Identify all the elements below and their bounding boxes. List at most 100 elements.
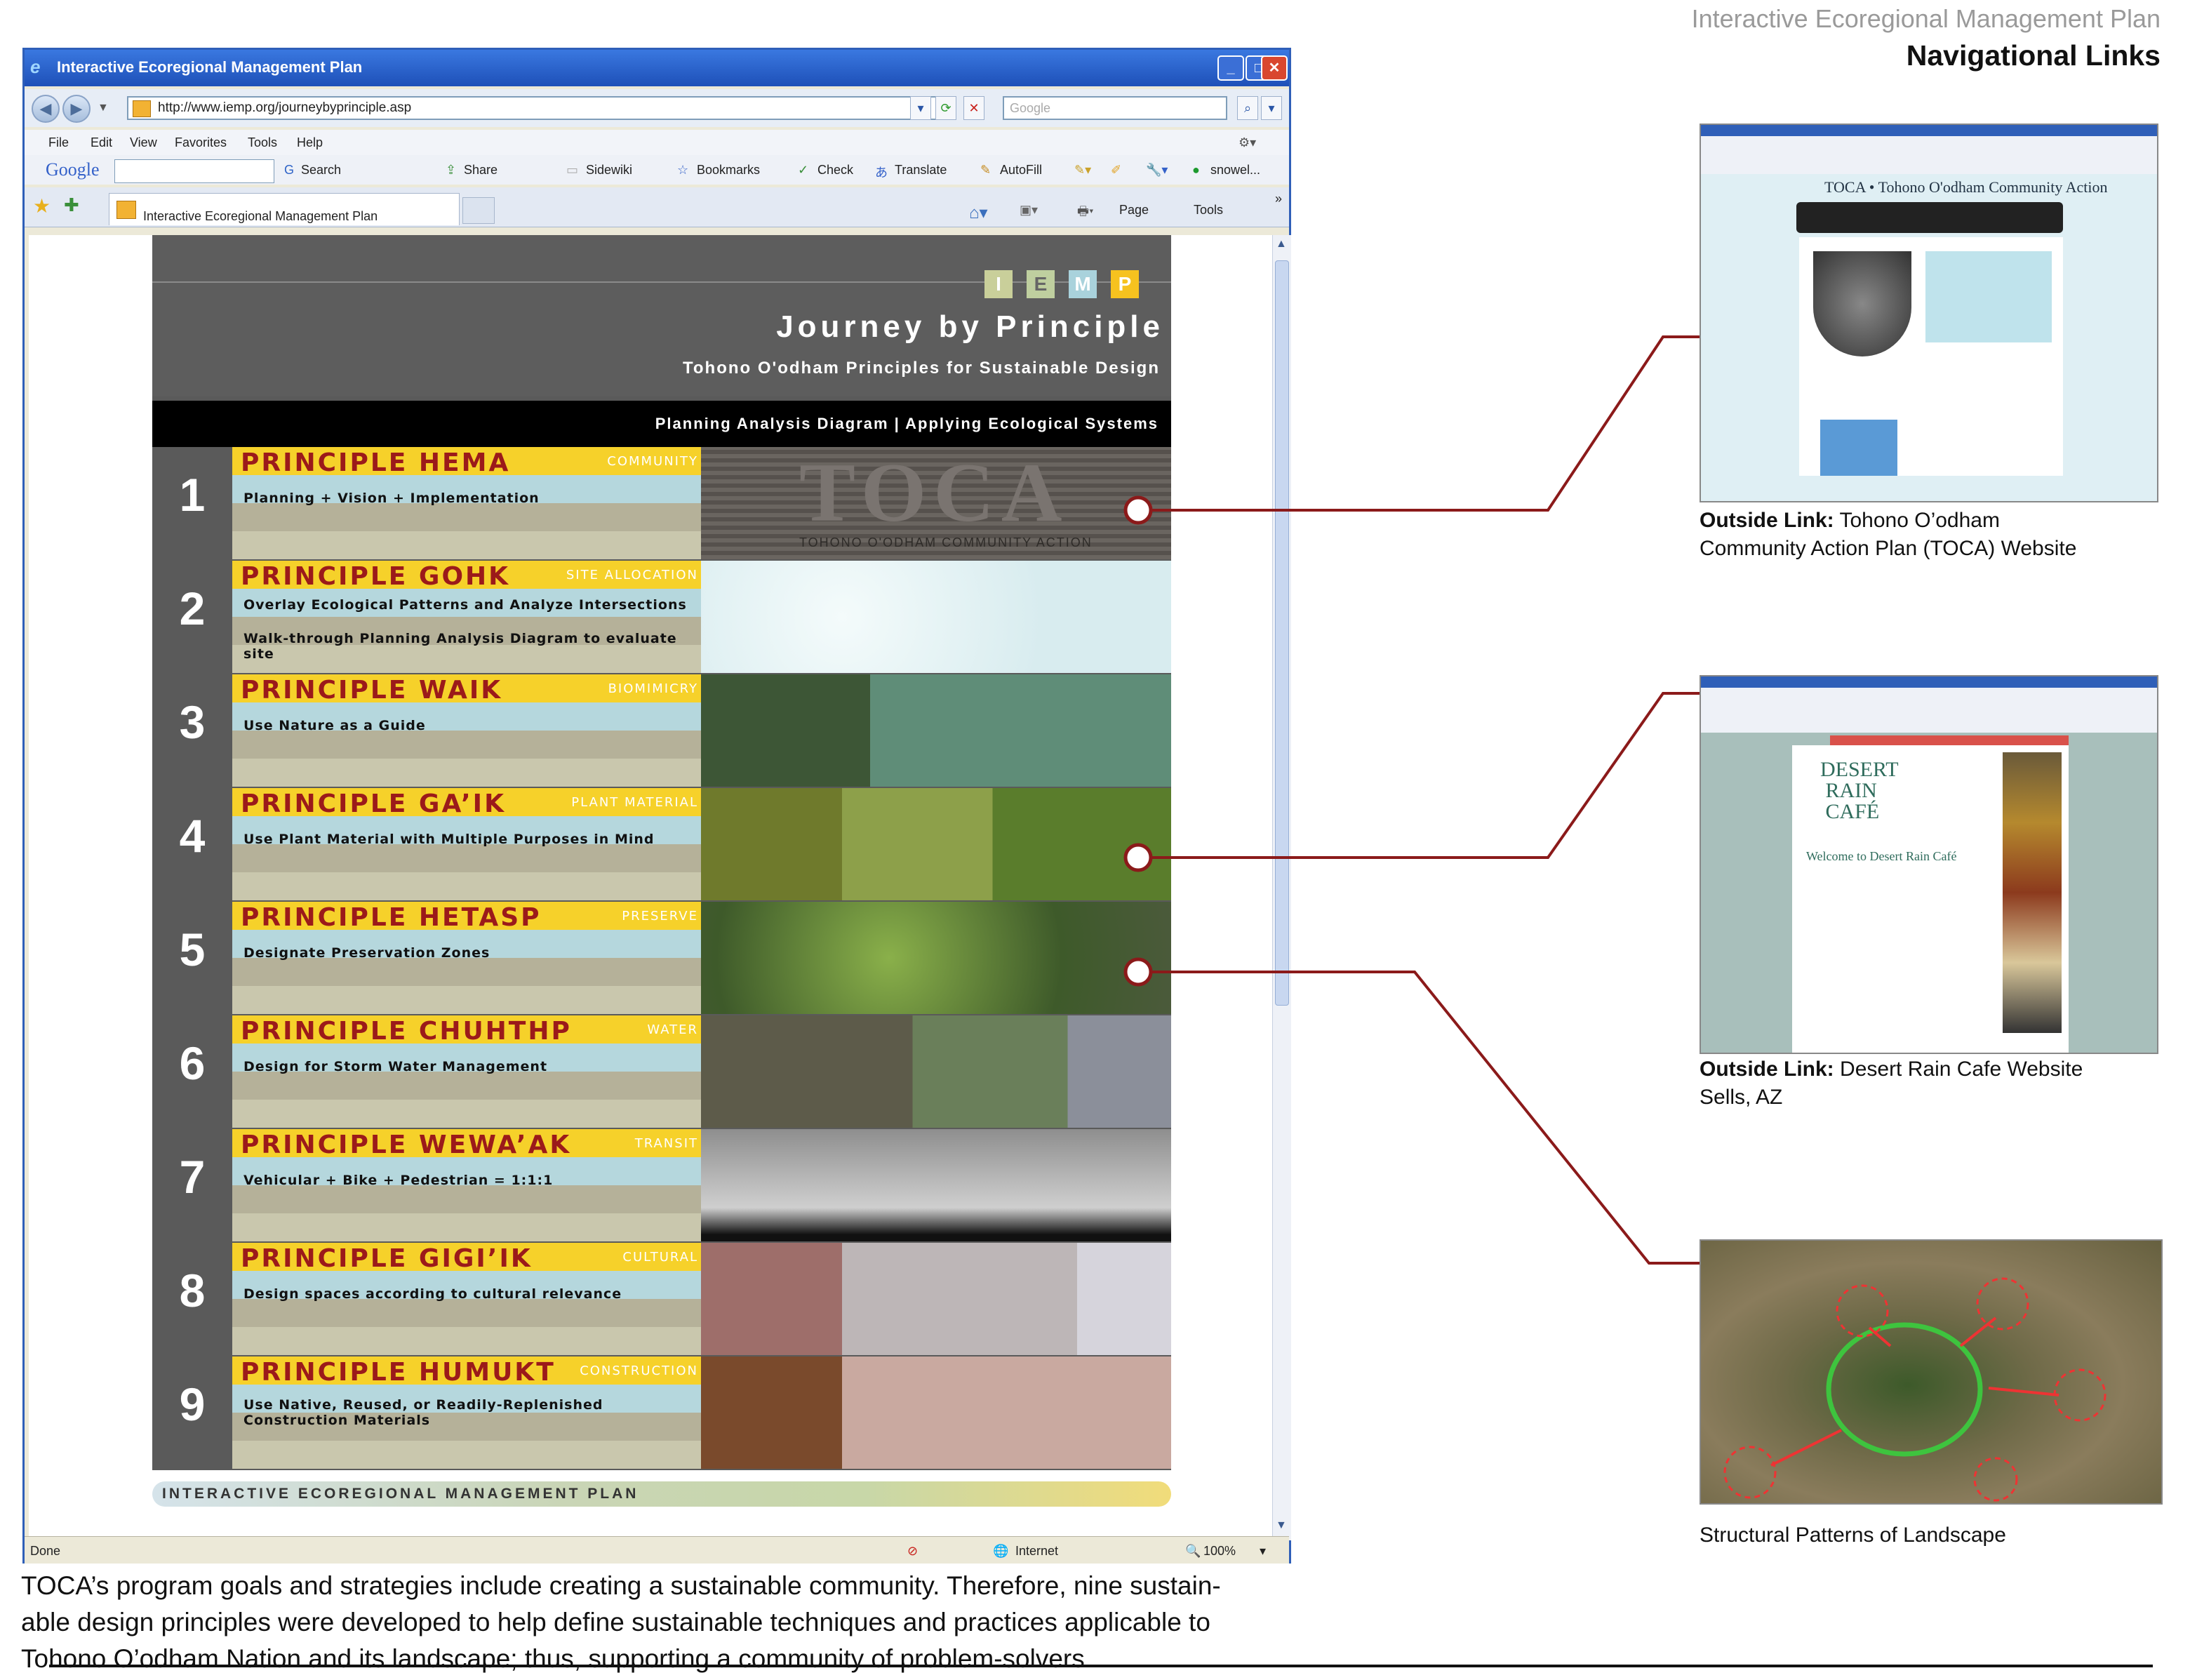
thumb-page — [1799, 237, 2063, 476]
principle-name: PRINCIPLE WAIK — [241, 676, 503, 705]
menu-help[interactable]: Help — [297, 135, 323, 150]
cafe-caption-label: Outside Link: — [1700, 1058, 1834, 1081]
user-menu[interactable]: snowel... — [1210, 163, 1260, 178]
logo-letter-i: I — [984, 270, 1013, 298]
menu-tools[interactable]: Tools — [248, 135, 277, 150]
tools-menu[interactable]: Tools — [1194, 203, 1223, 218]
print-icon[interactable]: 🖶▾ — [1077, 203, 1094, 224]
autofill-button[interactable]: AutoFill — [1000, 163, 1042, 178]
principle-band — [232, 986, 701, 1014]
menu-favorites[interactable]: Favorites — [175, 135, 227, 150]
search-go-icon[interactable]: ⌕ — [1237, 96, 1258, 120]
add-favorites-icon[interactable]: ✚ — [64, 194, 79, 216]
thumb-nav — [1796, 202, 2063, 233]
share-button[interactable]: Share — [464, 163, 498, 178]
star-icon: ☆ — [677, 163, 689, 177]
principle-name: PRINCIPLE GA’IK — [241, 789, 506, 818]
popup-blocker-icon[interactable]: ⊘ — [907, 1544, 918, 1559]
close-button[interactable]: ✕ — [1261, 55, 1288, 81]
highlighter-icon[interactable]: ✐ — [1111, 163, 1121, 178]
stop-button[interactable]: ✕ — [963, 96, 984, 120]
principle-band — [232, 958, 701, 986]
google-search-button[interactable]: Search — [301, 163, 341, 178]
status-bar: Done ⊘ 🌐 Internet 🔍 100% ▾ — [25, 1536, 1289, 1564]
pencil-icon[interactable]: ✎▾ — [1074, 163, 1091, 178]
history-dropdown-icon[interactable]: ▼ — [98, 102, 109, 114]
principle-title-band: PRINCIPLE GA’IK plant material — [232, 788, 701, 818]
landscape-aerial-thumbnail[interactable] — [1700, 1239, 2163, 1505]
thumb-page: DESERT RAIN CAFÉ Welcome to Desert Rain … — [1792, 745, 2069, 1053]
thumb-titlebar — [1701, 125, 2157, 136]
principle-image — [701, 902, 1171, 1014]
scroll-down-icon[interactable]: ▼ — [1276, 1519, 1287, 1532]
principle-row[interactable]: PRINCIPLE HUMUKT construction Use Native, … — [232, 1356, 701, 1469]
title-bar: e Interactive Ecoregional Management Pla… — [25, 50, 1289, 86]
vertical-scrollbar[interactable]: ▲ ▼ — [1272, 235, 1291, 1540]
menu-view[interactable]: View — [130, 135, 157, 150]
principle-row[interactable]: PRINCIPLE CHUHTHP water Design for Storm W… — [232, 1015, 701, 1128]
address-bar[interactable]: http://www.iemp.org/journeybyprinciple.a… — [127, 96, 941, 120]
toca-website-thumbnail[interactable]: TOCA • Tohono O'odham Community Action — [1700, 124, 2158, 502]
google-logo: Google — [46, 159, 100, 180]
favorites-star-icon[interactable]: ★ — [33, 194, 51, 218]
tab-active[interactable]: Interactive Ecoregional Management Plan — [109, 193, 460, 225]
principle-band — [232, 1299, 701, 1327]
principle-category: plant material — [571, 795, 698, 810]
thumb-basket-image — [1813, 251, 1911, 356]
back-button[interactable]: ◀ — [32, 95, 60, 123]
cafe-caption-line2: Sells, AZ — [1700, 1086, 1783, 1109]
principle-row[interactable]: PRINCIPLE GIGI’IK cultural Design spaces a… — [232, 1243, 701, 1355]
principle-row[interactable]: PRINCIPLE WAIK biomimicry Use Nature as a … — [232, 674, 701, 787]
principle-title-band: PRINCIPLE WAIK biomimicry — [232, 674, 701, 705]
principle-row[interactable]: PRINCIPLE GOHK site allocation Overlay Eco… — [232, 561, 701, 673]
google-search-input[interactable] — [114, 159, 274, 183]
page-menu[interactable]: Page — [1119, 203, 1149, 218]
address-dropdown-icon[interactable]: ▾ — [910, 96, 931, 120]
scroll-thumb[interactable] — [1275, 260, 1289, 1006]
logo-letter-m: M — [1069, 270, 1097, 298]
refresh-button[interactable]: ⟳ — [935, 96, 956, 120]
ie-logo-icon: e — [30, 56, 41, 77]
feeds-icon[interactable]: ▣▾ — [1020, 203, 1038, 218]
minimize-button[interactable]: _ — [1217, 55, 1244, 81]
principle-category: transit — [634, 1136, 698, 1151]
bottom-rule — [49, 1665, 2153, 1667]
principle-category: construction — [580, 1364, 698, 1378]
principle-category: preserve — [622, 909, 698, 924]
search-options-icon[interactable]: ▾ — [1261, 96, 1282, 120]
principle-name: PRINCIPLE WEWA’AK — [241, 1131, 572, 1159]
principle-row[interactable]: PRINCIPLE HEMA community Planning + Vision… — [232, 447, 701, 559]
tab-favicon-icon — [116, 201, 136, 219]
thumb-food-photos — [2003, 752, 2062, 1033]
forward-button[interactable]: ▶ — [62, 95, 91, 123]
principle-category: cultural — [622, 1250, 698, 1265]
principle-description: Planning + Vision + Implementation — [243, 491, 540, 506]
new-tab-button[interactable] — [462, 197, 495, 224]
principle-image — [701, 1129, 1171, 1241]
home-icon[interactable]: ⌂▾ — [969, 203, 988, 223]
principle-band — [232, 531, 701, 559]
principle-title-band: PRINCIPLE GOHK site allocation — [232, 561, 701, 591]
principle-row[interactable]: PRINCIPLE HETASP preserve Designate Preser… — [232, 902, 701, 1014]
wrench-icon[interactable]: 🔧▾ — [1146, 163, 1168, 178]
principle-row[interactable]: PRINCIPLE GA’IK plant material Use Plant M… — [232, 788, 701, 900]
menu-file[interactable]: File — [48, 135, 69, 150]
principle-row[interactable]: PRINCIPLE WEWA’AK transit Vehicular + Bike… — [232, 1129, 701, 1241]
footer-bar-text: INTERACTIVE ECOREGIONAL MANAGEMENT PLAN — [162, 1486, 639, 1502]
check-button[interactable]: Check — [817, 163, 853, 178]
menu-edit[interactable]: Edit — [91, 135, 112, 150]
scroll-up-icon[interactable]: ▲ — [1276, 238, 1287, 251]
toolbar-settings-icon[interactable]: ⚙▾ — [1238, 135, 1256, 150]
zoom-level[interactable]: 100% — [1203, 1544, 1236, 1559]
cafe-website-thumbnail[interactable]: DESERT RAIN CAFÉ Welcome to Desert Rain … — [1700, 675, 2158, 1054]
zoom-dropdown-icon[interactable]: ▾ — [1260, 1544, 1266, 1559]
more-commands-icon[interactable]: » — [1275, 192, 1282, 206]
translate-icon: あ — [875, 166, 888, 180]
translate-button[interactable]: Translate — [895, 163, 947, 178]
sidewiki-button[interactable]: Sidewiki — [586, 163, 632, 178]
search-input[interactable]: Google — [1003, 96, 1227, 120]
principle-category: biomimicry — [608, 681, 698, 696]
principle-band — [232, 1100, 701, 1128]
thumb-titlebar — [1701, 676, 2157, 688]
bookmarks-button[interactable]: Bookmarks — [697, 163, 760, 178]
